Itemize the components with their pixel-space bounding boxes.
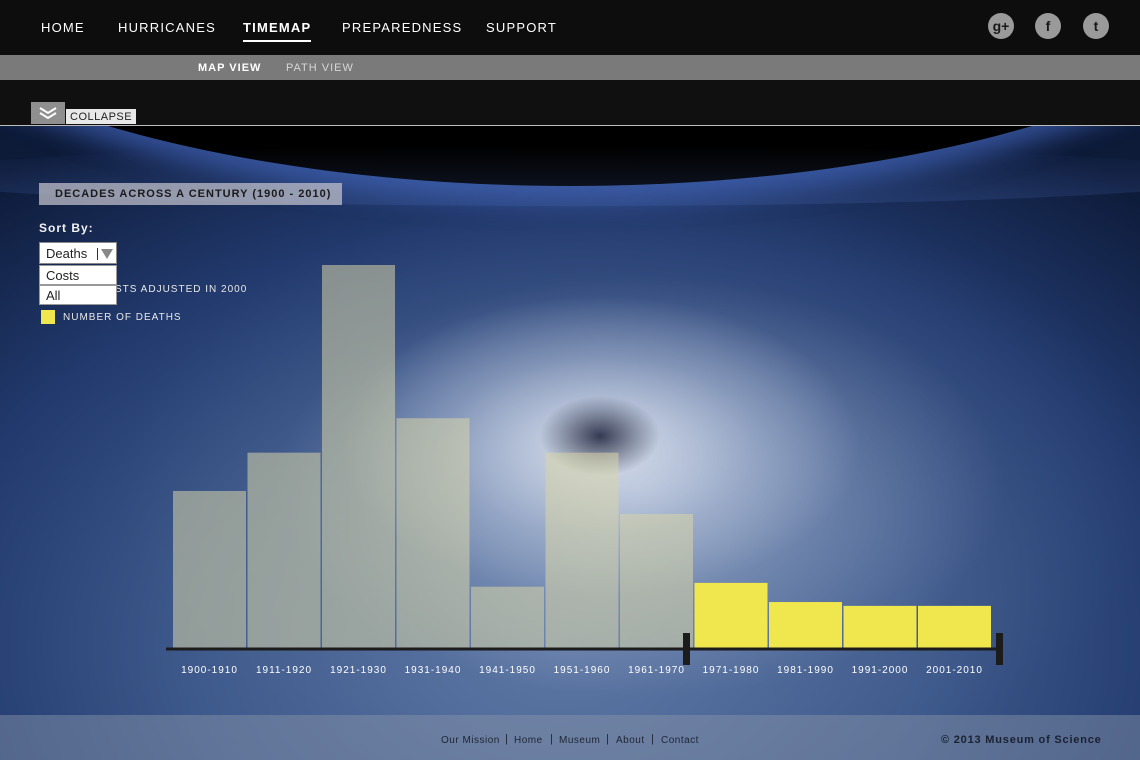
footer-link-our-mission[interactable]: Our Mission <box>441 735 500 746</box>
dropdown-arrow-icon[interactable] <box>101 249 113 259</box>
bar-1951-1960[interactable] <box>545 452 619 648</box>
deaths-by-decade-chart: 1900-1910 1911-1920 1921-1930 1931-1940 1941… <box>166 265 1003 676</box>
bar-1941-1950[interactable] <box>471 586 544 648</box>
sort-label: Sort By: <box>39 221 94 235</box>
x-tick-label-1921-1930: 1921-1930 <box>330 665 387 676</box>
x-tick-label-1991-2000: 1991-2000 <box>852 665 909 676</box>
sort-option-all[interactable]: All <box>39 285 117 305</box>
bar-1961-1970[interactable] <box>620 513 693 648</box>
x-tick-label-1971-1980: 1971-1980 <box>703 665 760 676</box>
bar-2001-2010[interactable] <box>918 605 991 648</box>
bar-1900-1910[interactable] <box>173 490 246 648</box>
x-tick-label-1941-1950: 1941-1950 <box>479 665 536 676</box>
x-tick-label-1981-1990: 1981-1990 <box>777 665 834 676</box>
x-tick-label-1961-1970: 1961-1970 <box>628 665 685 676</box>
sort-option-costs[interactable]: Costs <box>39 265 117 285</box>
bar-1971-1980[interactable] <box>694 582 768 648</box>
copyright: © 2013 Museum of Science <box>941 734 1102 746</box>
legend-deaths-label: NUMBER OF DEATHS <box>63 312 182 323</box>
x-tick-label-2001-2010: 2001-2010 <box>926 665 983 676</box>
range-handle-end[interactable] <box>996 633 1003 665</box>
legend-costs-label: STS ADJUSTED IN 2000 <box>115 284 248 295</box>
bar-1981-1990[interactable] <box>769 602 842 648</box>
bar-1921-1930[interactable] <box>322 265 395 648</box>
x-tick-label-1911-1920: 1911-1920 <box>256 665 312 676</box>
sort-select[interactable]: Deaths <box>39 242 117 264</box>
chart-title: DECADES ACROSS A CENTURY (1900 - 2010) <box>39 183 342 205</box>
bar-1991-2000[interactable] <box>843 605 917 648</box>
footer-link-home[interactable]: Home <box>514 735 543 746</box>
x-tick-label-1900-1910: 1900-1910 <box>181 665 238 676</box>
footer-link-museum[interactable]: Museum <box>559 735 600 746</box>
x-tick-label-1931-1940: 1931-1940 <box>405 665 462 676</box>
footer-link-about[interactable]: About <box>616 735 645 746</box>
sort-select-value: Deaths <box>46 246 88 261</box>
footer-link-contact[interactable]: Contact <box>661 735 699 746</box>
bar-1931-1940[interactable] <box>396 418 470 648</box>
range-handle-start[interactable] <box>683 633 690 665</box>
legend-deaths-swatch <box>41 310 55 324</box>
x-tick-label-1951-1960: 1951-1960 <box>554 665 611 676</box>
bar-1911-1920[interactable] <box>247 452 321 648</box>
